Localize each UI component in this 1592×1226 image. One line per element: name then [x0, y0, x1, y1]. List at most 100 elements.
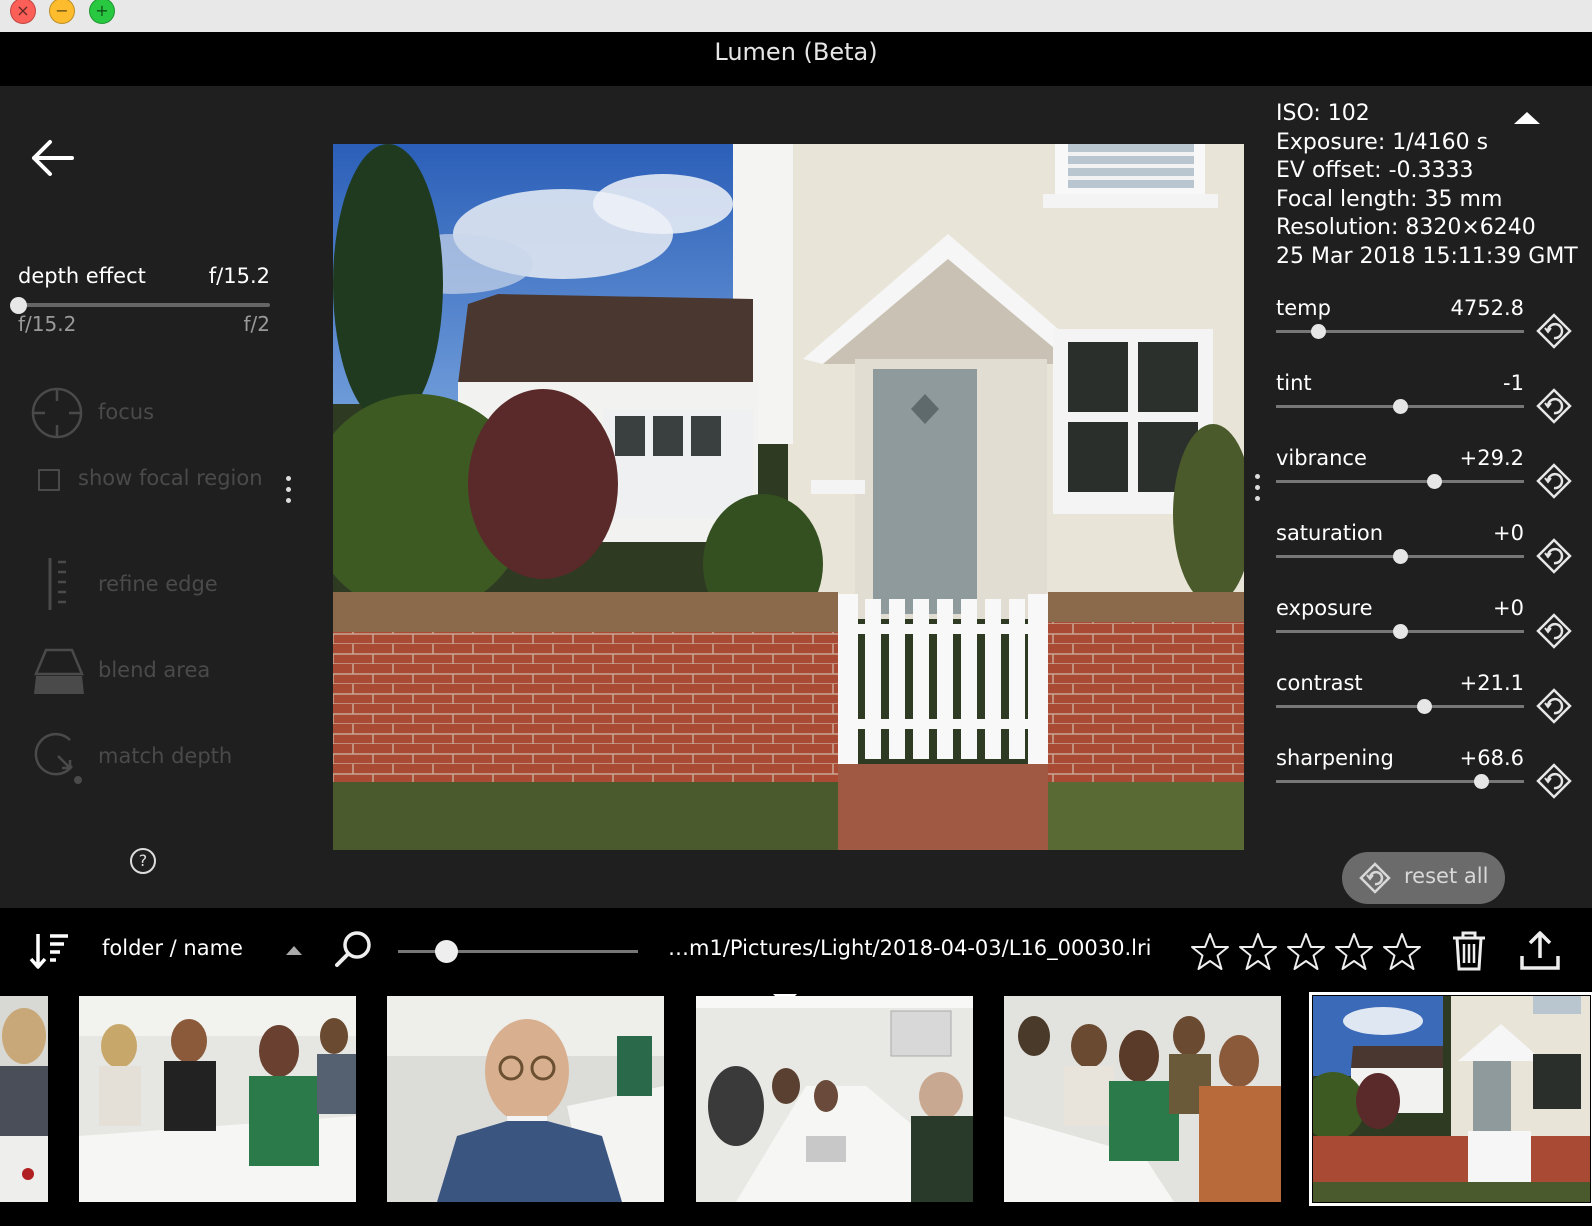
- reset-tint-icon[interactable]: [1535, 387, 1573, 425]
- star-icon[interactable]: [1334, 932, 1374, 972]
- exposure-slider[interactable]: [1276, 624, 1524, 639]
- thumbnail-zoom-knob[interactable]: [435, 940, 458, 963]
- editor-area: depth effect f/15.2 f/15.2 f/2 focus sho…: [0, 86, 1592, 908]
- adjustment-label: sharpening: [1276, 746, 1394, 770]
- saturation-slider-knob[interactable]: [1392, 549, 1408, 564]
- thumbnail[interactable]: [79, 996, 356, 1202]
- collapse-metadata-icon[interactable]: [1514, 112, 1540, 124]
- adjustment-contrast: contrast +21.1: [1276, 671, 1586, 731]
- tint-slider-knob[interactable]: [1392, 399, 1408, 414]
- help-button[interactable]: ?: [130, 848, 156, 874]
- vibrance-slider[interactable]: [1276, 474, 1524, 489]
- adjustment-sharpening: sharpening +68.6: [1276, 746, 1586, 806]
- blend-area-label: blend area: [98, 658, 211, 682]
- temp-slider[interactable]: [1276, 324, 1524, 339]
- star-icon[interactable]: [1238, 932, 1278, 972]
- back-arrow-icon[interactable]: [28, 136, 78, 180]
- adjustment-value[interactable]: 4752.8: [1416, 296, 1524, 320]
- adjustment-label: vibrance: [1276, 446, 1367, 470]
- cottage-photo: [333, 144, 1244, 850]
- depth-effect-value: f/15.2: [208, 264, 270, 288]
- depth-effect-slider[interactable]: [10, 297, 270, 314]
- capture-timestamp: 25 Mar 2018 15:11:39 GMT: [1276, 243, 1578, 269]
- saturation-slider[interactable]: [1276, 549, 1524, 564]
- reset-vibrance-icon[interactable]: [1535, 462, 1573, 500]
- adjustment-saturation: saturation +0: [1276, 521, 1586, 581]
- match-depth-icon: [34, 732, 82, 784]
- blend-area-icon: [34, 648, 84, 694]
- thumbnail-image: [387, 996, 664, 1202]
- thumbnail-image: [696, 996, 973, 1202]
- adjustment-label: saturation: [1276, 521, 1384, 545]
- thumbnail[interactable]: [0, 996, 48, 1202]
- sharpening-slider-knob[interactable]: [1474, 774, 1490, 789]
- contrast-slider[interactable]: [1276, 699, 1524, 714]
- adjustment-label: contrast: [1276, 671, 1363, 695]
- browser-toolbar: folder / name …m1/Pictures/Light/2018-04…: [0, 908, 1592, 994]
- adjustment-label: exposure: [1276, 596, 1373, 620]
- window-close-button[interactable]: ×: [10, 0, 36, 24]
- adjustment-value[interactable]: -1: [1416, 371, 1524, 395]
- sort-direction-icon[interactable]: [286, 946, 302, 955]
- left-panel-menu-icon[interactable]: [284, 476, 292, 510]
- window-minimize-button[interactable]: −: [49, 0, 75, 24]
- adjustment-value[interactable]: +68.6: [1416, 746, 1524, 770]
- star-icon[interactable]: [1190, 932, 1230, 972]
- sharpening-slider[interactable]: [1276, 774, 1524, 789]
- search-icon[interactable]: [333, 928, 375, 970]
- match-depth-label: match depth: [98, 744, 233, 768]
- thumbnail-image: [1004, 996, 1281, 1202]
- adjustment-value[interactable]: +0: [1416, 521, 1524, 545]
- depth-effect-label: depth effect: [18, 264, 146, 288]
- show-focal-region-label: show focal region: [78, 466, 263, 490]
- depth-effect-max-label: f/2: [243, 312, 270, 336]
- photo-preview[interactable]: [333, 144, 1244, 850]
- tint-slider[interactable]: [1276, 399, 1524, 414]
- reset-contrast-icon[interactable]: [1535, 687, 1573, 725]
- exposure-value: Exposure: 1/4160 s: [1276, 129, 1489, 155]
- thumbnail[interactable]: [387, 996, 664, 1202]
- resolution-value: Resolution: 8320×6240: [1276, 215, 1536, 240]
- adjustment-exposure: exposure +0: [1276, 596, 1586, 656]
- adjustment-tint: tint -1: [1276, 371, 1586, 431]
- thumbnail-zoom-slider[interactable]: [398, 940, 638, 963]
- right-panel-menu-icon[interactable]: [1253, 474, 1261, 508]
- adjustment-value[interactable]: +21.1: [1416, 671, 1524, 695]
- reset-exposure-icon[interactable]: [1535, 612, 1573, 650]
- adjustment-value[interactable]: +29.2: [1416, 446, 1524, 470]
- checkbox-icon[interactable]: [38, 469, 60, 491]
- reset-icon: [1359, 862, 1391, 894]
- adjustment-label: tint: [1276, 371, 1312, 395]
- star-icon[interactable]: [1286, 932, 1326, 972]
- adjustment-value[interactable]: +0: [1416, 596, 1524, 620]
- reset-temp-icon[interactable]: [1535, 312, 1573, 350]
- file-path: …m1/Pictures/Light/2018-04-03/L16_00030.…: [668, 936, 1152, 960]
- os-window-titlebar: × − +: [0, 0, 1592, 32]
- adjustment-label: temp: [1276, 296, 1331, 320]
- depth-effect-min-label: f/15.2: [18, 312, 77, 336]
- star-icon[interactable]: [1382, 932, 1422, 972]
- reset-all-button[interactable]: reset all: [1342, 852, 1505, 904]
- vibrance-slider-knob[interactable]: [1427, 474, 1443, 489]
- thumbnail-image: [1313, 996, 1590, 1202]
- thumbnail-selected[interactable]: [1309, 992, 1592, 1206]
- thumbnail[interactable]: [1004, 996, 1281, 1202]
- sort-order-label[interactable]: folder / name: [102, 936, 243, 960]
- thumbnail-image: [0, 996, 48, 1202]
- focus-reticle-icon: [31, 387, 83, 439]
- sort-icon[interactable]: [28, 930, 72, 972]
- trash-icon[interactable]: [1449, 930, 1489, 972]
- refine-edge-icon: [48, 558, 66, 610]
- contrast-slider-knob[interactable]: [1417, 699, 1433, 714]
- app-title: Lumen (Beta): [0, 32, 1592, 86]
- reset-sharpening-icon[interactable]: [1535, 762, 1573, 800]
- window-zoom-button[interactable]: +: [89, 0, 115, 24]
- export-icon[interactable]: [1518, 930, 1562, 972]
- temp-slider-knob[interactable]: [1310, 324, 1326, 339]
- reset-saturation-icon[interactable]: [1535, 537, 1573, 575]
- reset-all-label: reset all: [1404, 864, 1489, 888]
- exposure-slider-knob[interactable]: [1392, 624, 1408, 639]
- thumbnail[interactable]: [696, 996, 973, 1202]
- refine-edge-label: refine edge: [98, 572, 218, 596]
- photo-metadata: ISO: 102 Exposure: 1/4160 s EV offset: -…: [1276, 100, 1578, 271]
